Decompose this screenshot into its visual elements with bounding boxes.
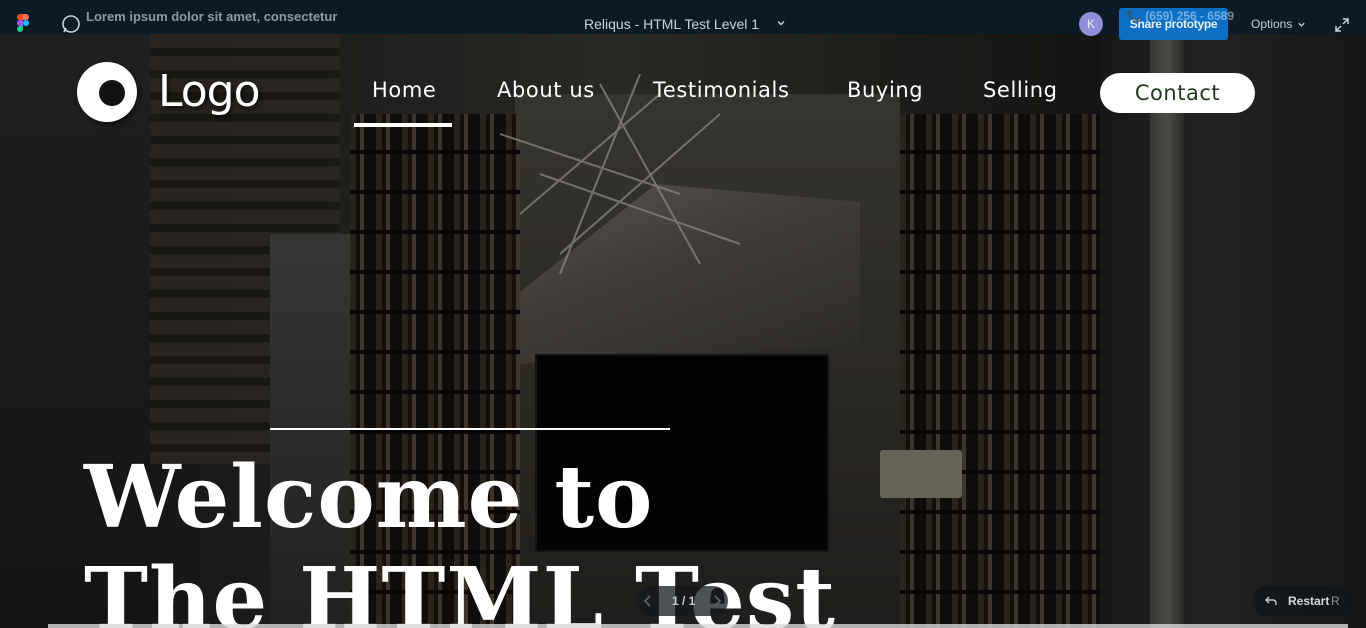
bottom-divider: [48, 624, 1348, 628]
chevron-left-icon[interactable]: [642, 594, 654, 608]
prototype-toolbar: Lorem ipsum dolor sit amet, consectetur …: [0, 0, 1366, 40]
chevron-down-icon[interactable]: [776, 18, 786, 28]
frame-counter: 1 / 1: [672, 594, 696, 608]
chevron-right-icon[interactable]: [711, 594, 723, 608]
chevron-down-icon[interactable]: [1297, 20, 1306, 29]
hero-headline-line1: Welcome to: [84, 447, 654, 548]
undo-arrow-icon[interactable]: [1264, 594, 1278, 608]
contact-button[interactable]: Contact: [1100, 73, 1255, 113]
headline-rule: [270, 428, 670, 430]
prototype-title[interactable]: Reliqus - HTML Test Level 1: [584, 16, 759, 32]
hero-headline-line2: The HTML Test: [84, 549, 837, 628]
phone-number: 📞 (659) 256 - 6589: [1127, 9, 1235, 23]
nav-selling[interactable]: Selling: [983, 78, 1058, 102]
logo-icon[interactable]: [77, 62, 137, 122]
restart-label[interactable]: Restart: [1288, 594, 1329, 608]
options-menu[interactable]: Options: [1251, 17, 1292, 31]
nav-testimonials[interactable]: Testimonials: [653, 78, 789, 102]
comment-icon[interactable]: [61, 14, 81, 34]
nav-home[interactable]: Home: [372, 78, 436, 102]
nav-about-us[interactable]: About us: [497, 78, 595, 102]
logo-text[interactable]: Logo: [158, 66, 261, 117]
figma-logo-icon[interactable]: [17, 14, 29, 32]
active-nav-indicator: [354, 123, 452, 127]
nav-buying[interactable]: Buying: [847, 78, 923, 102]
toolbar-lorem-text: Lorem ipsum dolor sit amet, consectetur: [86, 9, 338, 24]
restart-shortcut-key: R: [1331, 594, 1340, 608]
expand-icon[interactable]: [1334, 17, 1350, 33]
avatar[interactable]: K: [1079, 12, 1103, 36]
